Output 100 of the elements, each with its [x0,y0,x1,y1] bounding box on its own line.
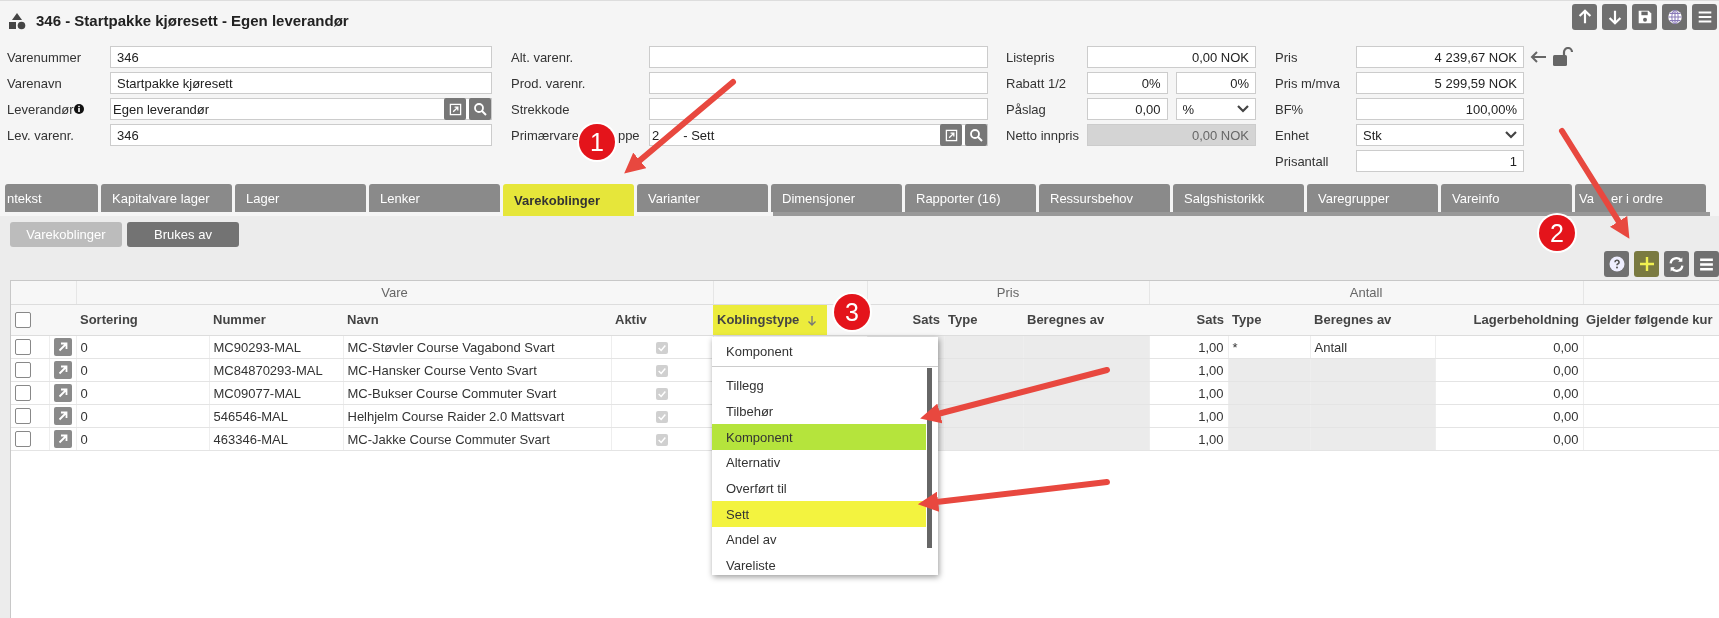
field-label: Pris [1275,49,1298,65]
text-field[interactable] [649,72,988,94]
field-label: Netto innpris [1006,127,1079,143]
unlock-icon[interactable] [1552,47,1574,67]
dropdown-item[interactable]: Vareliste [712,552,926,579]
group-header: Antall [1349,285,1383,300]
table-cell: MC90293-MAL [213,339,301,355]
unit-select[interactable]: Stk [1356,124,1524,146]
step-badge: 3 [834,294,870,330]
search-icon [473,102,487,116]
subtab-button[interactable]: Brukes av [127,222,239,247]
percent-field[interactable]: 0% [1087,72,1168,94]
text-field[interactable] [649,46,988,68]
group-header: Pris [996,285,1020,300]
sort-arrow-icon [807,314,818,327]
tab[interactable]: Varekoblinger [503,184,634,216]
field-label: Alt. varenr. [511,49,574,65]
save-button[interactable] [1632,3,1657,30]
dropdown-item[interactable]: Andel av [712,527,926,553]
table-cell: 0,00 [1553,431,1579,447]
open-link-icon[interactable] [53,407,72,425]
table-cell: MC-Hansker Course Vento Svart [347,362,537,378]
price-field[interactable]: 4 239,67 NOK [1356,46,1524,68]
column-header[interactable]: Aktiv [615,311,647,329]
arrow-left-icon[interactable] [1529,50,1547,64]
dropdown-item[interactable]: Alternativ [712,450,926,476]
globe-icon [1665,7,1684,26]
table-cell: 1,00 [1198,385,1224,401]
field-label: ppe [617,127,640,143]
dropdown-item[interactable]: Tillegg [712,373,926,399]
column-header[interactable]: Koblingstype [713,305,828,335]
table-cell: 0 [80,431,88,447]
dropdown-item[interactable]: Sett [712,501,926,528]
table-cell: Antall [1310,335,1436,359]
table-cell: 0,00 [1553,408,1579,424]
field-label: Leverandør [7,101,74,117]
table-cell: MC-Bukser Course Commuter Svart [347,385,557,401]
move-up-button[interactable] [1572,3,1597,30]
open-link-icon[interactable] [53,361,72,379]
table-cell: MC84870293-MAL [213,362,323,378]
dropdown-item[interactable]: Komponent [712,337,938,367]
field-label: Rabatt 1/2 [1006,75,1066,91]
text-field[interactable]: Startpakke kjøresett [110,72,492,94]
text-field[interactable] [649,98,988,120]
percent-field[interactable]: 0% [1175,72,1256,94]
step-badge: 1 [579,124,615,160]
chevron-down-icon [1505,131,1517,139]
row-checkbox[interactable] [15,362,31,379]
row-checkbox[interactable] [15,385,31,402]
table-cell: 0 [80,362,88,378]
select-all-checkbox[interactable] [15,312,31,329]
move-down-button[interactable] [1602,3,1627,30]
shapes-icon [8,11,26,30]
row-checkbox[interactable] [15,431,31,448]
search-button[interactable] [469,98,491,120]
table-cell: * [1228,335,1311,359]
text-field[interactable]: 346 [110,46,492,68]
table-cell: 0,00 [1553,385,1579,401]
dropdown-item[interactable]: Tilbehør [712,398,926,425]
field-label: BF% [1275,101,1304,117]
text-field[interactable]: 100,00% [1356,98,1524,120]
row-checkbox[interactable] [15,339,31,356]
external-link-icon [944,128,958,142]
text-field[interactable]: 1 [1356,150,1524,172]
globe-button[interactable] [1662,3,1687,30]
unit-select[interactable]: % [1175,98,1256,120]
table-cell: Helhjelm Course Raider 2.0 Mattsvart [347,408,565,424]
table-cell: 1,00 [1198,408,1224,424]
help-icon [1608,256,1625,272]
plus-icon [1638,256,1655,272]
menu-button[interactable] [1694,251,1719,277]
open-link-icon[interactable] [53,338,72,356]
open-link-button[interactable] [444,98,466,120]
column-header[interactable]: Navn [347,311,379,329]
field-label: Listepris [1006,49,1055,65]
menu-button[interactable] [1692,3,1717,30]
chevron-down-icon [1237,105,1249,113]
table-cell: 1,00 [1198,431,1224,447]
row-checkbox[interactable] [15,408,31,425]
dropdown-item[interactable]: Komponent [712,424,926,451]
text-field[interactable]: 346 [110,124,492,146]
number-field[interactable]: 0,00 [1087,98,1168,120]
info-icon[interactable] [74,104,85,114]
add-button[interactable] [1634,251,1659,277]
refresh-button[interactable] [1664,251,1689,277]
open-link-icon[interactable] [53,430,72,448]
dropdown-item[interactable]: Overført til [712,475,926,502]
field-label: Strekkode [511,101,570,117]
open-link-button[interactable] [940,124,962,146]
text-field[interactable]: 0,00 NOK [1087,46,1256,68]
text-field[interactable]: 5 299,59 NOK [1356,72,1524,94]
field-label: Pris m/mva [1275,75,1340,91]
field-label: Primærvare [511,127,579,143]
step-badge: 2 [1539,215,1575,251]
help-button[interactable] [1604,251,1629,277]
open-link-icon[interactable] [53,384,72,402]
table-cell: 0,00 [1553,362,1579,378]
search-button[interactable] [965,124,987,146]
table-cell: MC-Jakke Course Commuter Svart [347,431,550,447]
table-cell: 546546-MAL [213,408,288,424]
